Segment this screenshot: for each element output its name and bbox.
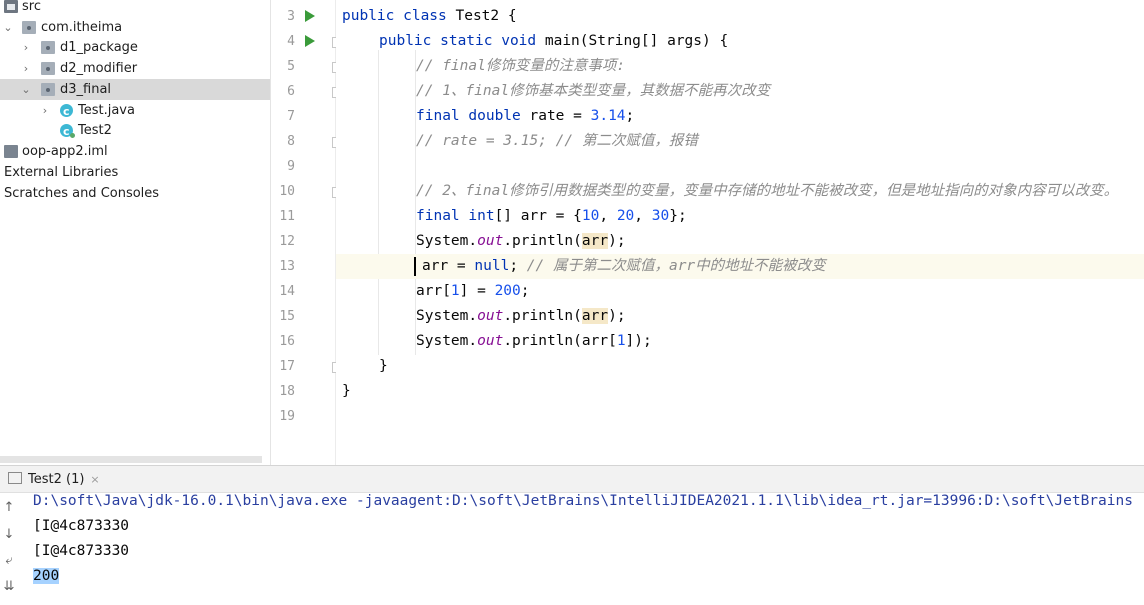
code-line-13-current: arr = null; // 属于第二次赋值，arr中的地址不能被改变: [336, 254, 1144, 279]
java-class-icon: [60, 121, 75, 142]
soft-wrap-icon[interactable]: ⤶: [2, 554, 16, 568]
code-line-8: // rate = 3.15; // 第二次赋值，报错: [416, 133, 698, 149]
line-number: 10: [279, 184, 295, 199]
tree-item-label: oop-app2.iml: [22, 144, 108, 159]
tree-item-label: Scratches and Consoles: [4, 186, 160, 201]
selected-output: 200: [33, 568, 60, 584]
code-line-10: // 2、final修饰引用数据类型的变量，变量中存储的地址不能被改变，但是地址…: [416, 183, 1119, 199]
chevron-right-icon[interactable]: ›: [20, 37, 32, 58]
code-line-5: // final修饰变量的注意事项:: [416, 58, 626, 74]
line-number: 3: [287, 9, 295, 24]
arrow-up-icon[interactable]: ↑: [2, 501, 16, 515]
tree-item-test2[interactable]: Test2: [0, 120, 270, 142]
run-tab-label: Test2 (1): [28, 472, 85, 487]
line-number: 5: [287, 59, 295, 74]
usage-highlight: arr: [581, 308, 609, 324]
line-number: 13: [279, 259, 295, 274]
line-number: 18: [279, 384, 295, 399]
editor-gutter: 3 4 5 6 7 8 9 10 11 12 13 14 15 16 17 18…: [271, 0, 343, 465]
line-number: 12: [279, 234, 295, 249]
line-number: 4: [287, 34, 295, 49]
tree-item-com-itheima[interactable]: ⌄ com.itheima: [0, 17, 270, 38]
close-tab-icon[interactable]: ×: [90, 473, 99, 486]
line-number: 7: [287, 109, 295, 124]
code-line-6: // 1、final修饰基本类型变量，其数据不能再次改变: [416, 83, 771, 99]
line-number: 17: [279, 359, 295, 374]
tree-item-src[interactable]: src: [0, 0, 270, 17]
line-number: 19: [279, 409, 295, 424]
line-number: 9: [287, 159, 295, 174]
tree-item-d3-final[interactable]: ⌄ d3_final: [0, 79, 270, 100]
tree-item-d2-modifier[interactable]: › d2_modifier: [0, 58, 270, 79]
tree-item-label: d3_final: [60, 82, 112, 97]
console-icon: [8, 472, 22, 484]
run-toolbar: ↑ ↓ ⤶ ⇊: [0, 493, 18, 605]
line-number: 14: [279, 284, 295, 299]
code-line-11: final int[] arr = {10, 20, 30};: [416, 208, 687, 224]
console-output-line: 200: [33, 564, 60, 589]
horizontal-scrollbar[interactable]: [0, 456, 262, 463]
run-tool-window: Test2 (1) × ↑ ↓ ⤶ ⇊ D:\soft\Java\jdk-16.0…: [0, 465, 1144, 605]
code-line-18: }: [342, 383, 351, 399]
code-line-16: System.out.println(arr[1]);: [416, 333, 652, 349]
tree-item-scratches[interactable]: Scratches and Consoles: [0, 183, 270, 204]
code-line-4: public static void main(String[] args) {: [379, 33, 729, 49]
console-output-line: [I@4c873330: [33, 518, 130, 534]
tree-item-label: Test2: [78, 123, 112, 138]
tree-item-iml[interactable]: oop-app2.iml: [0, 141, 270, 162]
java-file-icon: [60, 101, 73, 122]
scroll-to-end-icon[interactable]: ⇊: [2, 580, 16, 594]
tab-run-test2[interactable]: Test2 (1) ×: [8, 469, 100, 490]
code-line-14: arr[1] = 200;: [416, 283, 530, 299]
package-icon: [41, 83, 55, 96]
code-line-3: public class Test2 {: [342, 8, 517, 24]
code-line-17: }: [379, 358, 388, 374]
console-command-line: D:\soft\Java\jdk-16.0.1\bin\java.exe -ja…: [33, 493, 1133, 509]
tree-item-label: src: [22, 0, 41, 14]
package-icon: [22, 21, 36, 34]
tree-item-test-java[interactable]: › Test.java: [0, 100, 270, 122]
package-icon: [41, 41, 55, 54]
tree-item-external-libraries[interactable]: External Libraries: [0, 162, 270, 183]
package-icon: [41, 62, 55, 75]
code-line-12: System.out.println(arr);: [416, 233, 626, 249]
code-editor[interactable]: public class Test2 { public static void …: [336, 0, 1144, 465]
code-line-15: System.out.println(arr);: [416, 308, 626, 324]
tree-item-label: com.itheima: [41, 20, 123, 35]
chevron-down-icon[interactable]: ⌄: [2, 17, 14, 38]
tree-item-d1-package[interactable]: › d1_package: [0, 37, 270, 58]
tree-item-label: Test.java: [78, 103, 135, 118]
chevron-right-icon[interactable]: ›: [39, 100, 51, 121]
code-line-7: final double rate = 3.14;: [416, 108, 635, 124]
chevron-down-icon[interactable]: ⌄: [20, 79, 32, 100]
line-number: 16: [279, 334, 295, 349]
arrow-down-icon[interactable]: ↓: [2, 528, 16, 542]
tree-item-label: d1_package: [60, 40, 138, 55]
run-main-icon[interactable]: [305, 35, 315, 47]
usage-highlight: arr: [581, 233, 609, 249]
project-tree: src ⌄ com.itheima › d1_package › d2_modi…: [0, 0, 271, 465]
line-number: 11: [279, 209, 295, 224]
line-number: 8: [287, 134, 295, 149]
tree-item-label: d2_modifier: [60, 61, 138, 76]
folder-icon: [4, 0, 18, 13]
console-output-line: [I@4c873330: [33, 543, 130, 559]
run-class-icon[interactable]: [305, 10, 315, 22]
text-caret: [414, 256, 416, 276]
chevron-right-icon[interactable]: ›: [20, 58, 32, 79]
line-number: 6: [287, 84, 295, 99]
tree-item-label: External Libraries: [4, 165, 119, 180]
indent-guide: [378, 50, 379, 355]
iml-file-icon: [4, 145, 18, 158]
line-number: 15: [279, 309, 295, 324]
